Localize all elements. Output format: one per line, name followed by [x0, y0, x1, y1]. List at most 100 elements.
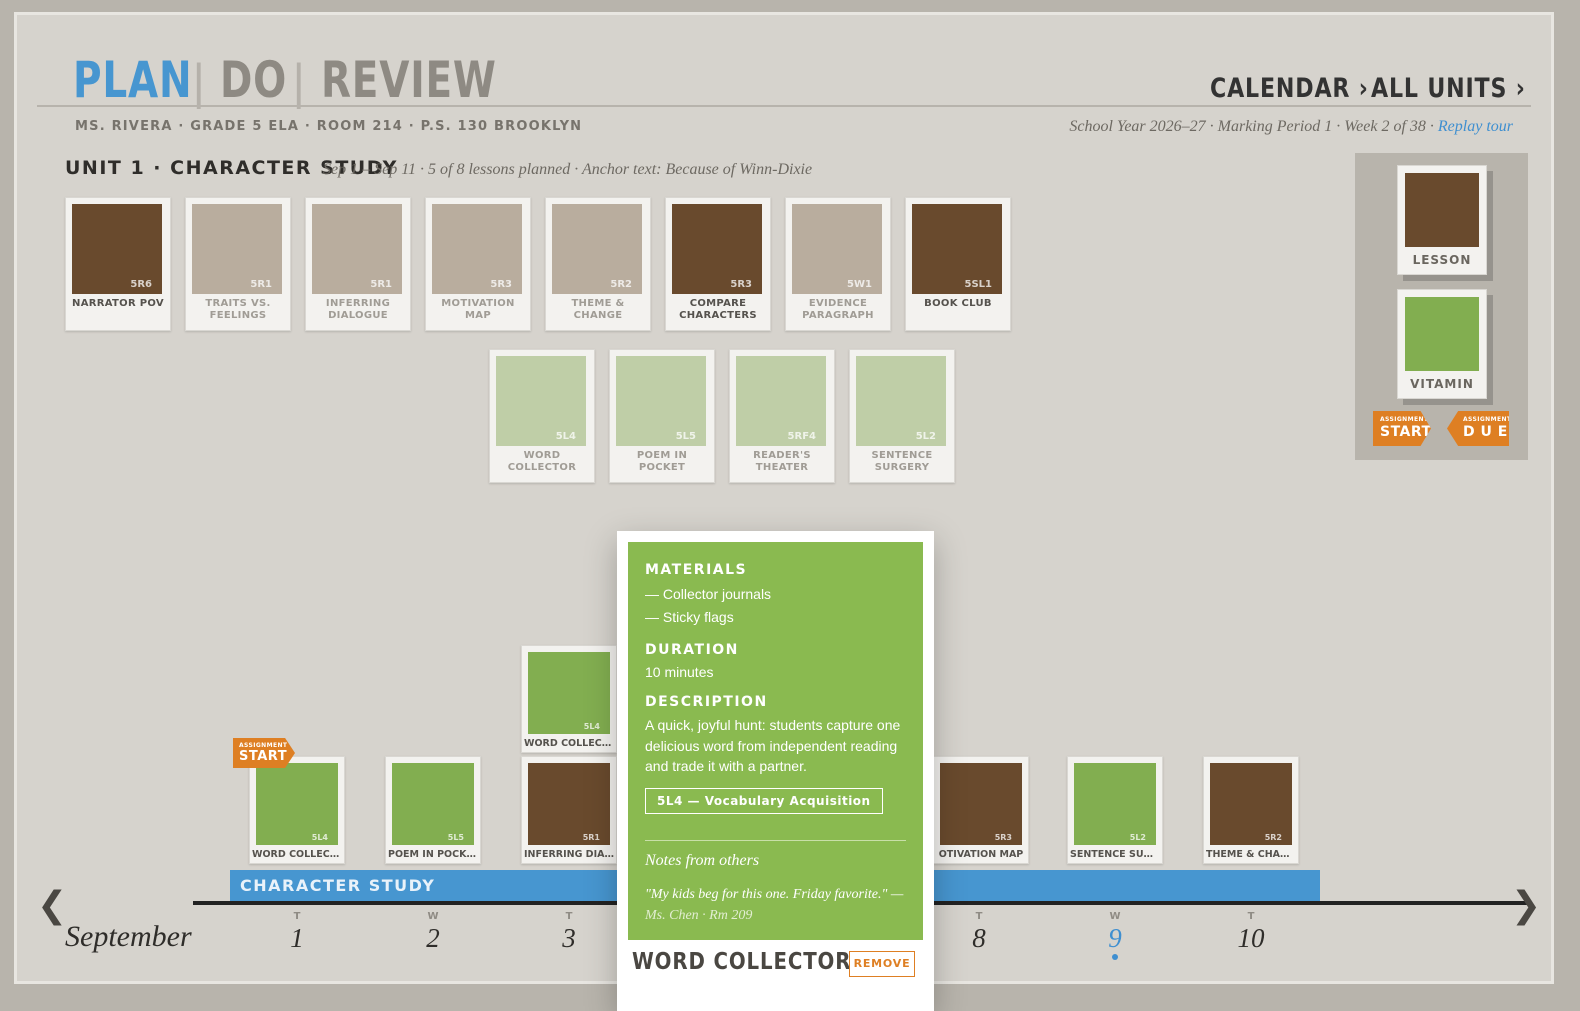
vitamin-swatch: [1405, 297, 1479, 371]
flag-big-text: START: [239, 749, 288, 764]
flag-big-text: D U E: [1463, 424, 1508, 440]
timeline-card[interactable]: 5R1 INFERRING DIALOG…: [521, 756, 617, 864]
today-dot: [1112, 954, 1118, 960]
duration-value: 10 minutes: [645, 664, 714, 680]
vitamin-code: 5L5: [675, 431, 696, 442]
notes-heading: Notes from others: [645, 852, 760, 869]
timeline-code: 5L5: [447, 833, 464, 842]
day-of-week: W: [427, 911, 439, 922]
timeline-code: 5R3: [994, 833, 1012, 842]
lesson-card[interactable]: 5R3 COMPARE CHARACTERS: [665, 197, 771, 331]
unit-subtitle: Sep 1 – Sep 11 · 5 of 8 lessons planned …: [323, 161, 813, 178]
flag-small-text: ASSIGNMENT: [239, 742, 288, 749]
lesson-card[interactable]: 5SL1 BOOK CLUB: [905, 197, 1011, 331]
timeline-card[interactable]: 5L4 WORD COLLECTOR: [521, 645, 617, 753]
timeline-swatch: 5R2: [1210, 763, 1292, 845]
day-label[interactable]: T8: [959, 911, 999, 954]
timeline-card[interactable]: 5R2 THEME & CHANGE: [1203, 756, 1299, 864]
timeline-start-flag[interactable]: ASSIGNMENT START: [233, 738, 295, 768]
next-week-arrow[interactable]: ❯: [1511, 885, 1541, 926]
vitamin-label: WORD COLLECTOR: [507, 450, 577, 473]
tab-plan[interactable]: PLAN: [73, 51, 192, 109]
legend-lesson-label: LESSON: [1412, 253, 1472, 267]
vitamin-card[interactable]: 5L5 POEM IN POCKET: [609, 349, 715, 483]
day-label[interactable]: T3: [549, 911, 589, 954]
day-label[interactable]: W9: [1095, 911, 1135, 960]
vitamin-card[interactable]: 5L4 WORD COLLECTOR: [489, 349, 595, 483]
popup-body: MATERIALS — Collector journals — Sticky …: [628, 542, 923, 940]
all-units-link[interactable]: ALL UNITS ›: [1371, 73, 1526, 104]
tab-do[interactable]: DO: [220, 51, 287, 109]
lesson-label: NARRATOR POV: [72, 298, 164, 309]
prev-week-arrow[interactable]: ❮: [37, 885, 67, 926]
nav-separator: |: [191, 55, 207, 109]
school-year-text: School Year 2026–27 · Marking Period 1 ·…: [1069, 118, 1434, 135]
vitamin-code: 5RF4: [787, 431, 816, 442]
lesson-card[interactable]: 5R1 TRAITS VS. FEELINGS: [185, 197, 291, 331]
timeline-card-label: INFERRING DIALOG…: [524, 849, 614, 860]
materials-heading: MATERIALS: [645, 562, 748, 578]
day-of-week: T: [565, 911, 573, 922]
activity-detail-popup: MATERIALS — Collector journals — Sticky …: [617, 531, 934, 1011]
replay-tour-link[interactable]: Replay tour: [1438, 118, 1513, 135]
vitamin-code: 5L2: [915, 431, 936, 442]
standard-tag[interactable]: 5L4 — Vocabulary Acquisition: [645, 788, 883, 814]
description-heading: DESCRIPTION: [645, 694, 768, 710]
lesson-swatch: 5R3: [672, 204, 762, 294]
day-label[interactable]: W2: [413, 911, 453, 954]
lesson-card[interactable]: 5R6 NARRATOR POV: [65, 197, 171, 331]
lesson-swatch: 5SL1: [912, 204, 1002, 294]
day-of-week: T: [293, 911, 301, 922]
lesson-card[interactable]: 5R3 MOTIVATION MAP: [425, 197, 531, 331]
lesson-card[interactable]: 5R2 THEME & CHANGE: [545, 197, 651, 331]
day-number: 2: [426, 923, 440, 953]
timeline-code: 5R2: [1264, 833, 1282, 842]
timeline-card[interactable]: 5L5 POEM IN POCKET: [385, 756, 481, 864]
timeline-swatch: 5L4: [256, 763, 338, 845]
assignment-start-flag[interactable]: ASSIGNMENT START: [1373, 411, 1431, 446]
vitamin-card[interactable]: 5L2 SENTENCE SURGERY: [849, 349, 955, 483]
vitamin-swatch: 5L2: [856, 356, 946, 446]
flag-big-text: START: [1380, 424, 1432, 440]
remove-button[interactable]: REMOVE: [849, 951, 915, 977]
lesson-label: INFERRING DIALOGUE: [325, 298, 391, 321]
popup-divider: [645, 840, 906, 841]
material-item: — Collector journals: [645, 586, 772, 602]
legend-lesson-card: LESSON: [1397, 165, 1487, 275]
lesson-swatch: 5R1: [312, 204, 402, 294]
lesson-card[interactable]: 5R1 INFERRING DIALOGUE: [305, 197, 411, 331]
legend-panel: LESSON VITAMIN ASSIGNMENT START ASSIGNME…: [1355, 153, 1528, 460]
vitamin-card[interactable]: 5RF4 READER'S THEATER: [729, 349, 835, 483]
timeline-card[interactable]: 5R3 OTIVATION MAP: [933, 756, 1029, 864]
tab-review[interactable]: REVIEW: [321, 51, 497, 109]
lesson-code: 5R6: [130, 279, 152, 290]
lesson-code: 5R2: [610, 279, 632, 290]
day-label[interactable]: T1: [277, 911, 317, 954]
timeline-card-label: THEME & CHANGE: [1206, 849, 1296, 860]
lesson-code: 5R3: [490, 279, 512, 290]
note-quote: "My kids beg for this one. Friday favori…: [645, 887, 904, 902]
lesson-card[interactable]: 5W1 EVIDENCE PARAGRAPH: [785, 197, 891, 331]
assignment-due-flag[interactable]: ASSIGNMENT D U E: [1447, 411, 1509, 446]
lesson-swatch: 5R3: [432, 204, 522, 294]
legend-vitamin-card: VITAMIN: [1397, 289, 1487, 399]
lesson-swatch: 5W1: [792, 204, 882, 294]
vitamin-label: POEM IN POCKET: [636, 450, 688, 473]
lesson-code: 5W1: [847, 279, 872, 290]
timeline-code: 5L4: [311, 833, 328, 842]
description-text: A quick, joyful hunt: students capture o…: [645, 717, 901, 774]
timeline-card-label: POEM IN POCKET: [388, 849, 478, 860]
lesson-code: 5R3: [730, 279, 752, 290]
duration-heading: DURATION: [645, 642, 739, 658]
header-divider: [37, 105, 1531, 107]
material-item: — Sticky flags: [645, 609, 734, 625]
timeline-card[interactable]: 5L2 SENTENCE SURGERY: [1067, 756, 1163, 864]
day-label[interactable]: T 10: [1231, 911, 1271, 954]
calendar-link[interactable]: CALENDAR ›: [1210, 73, 1369, 104]
day-number: 1: [290, 923, 304, 953]
timeline-swatch: 5R1: [528, 763, 610, 845]
lesson-swatch: 5R2: [552, 204, 642, 294]
lesson-label: EVIDENCE PARAGRAPH: [802, 298, 874, 321]
timeline-card[interactable]: 5L4 WORD COLLECTOR: [249, 756, 345, 864]
timeline-swatch: 5L4: [528, 652, 610, 734]
